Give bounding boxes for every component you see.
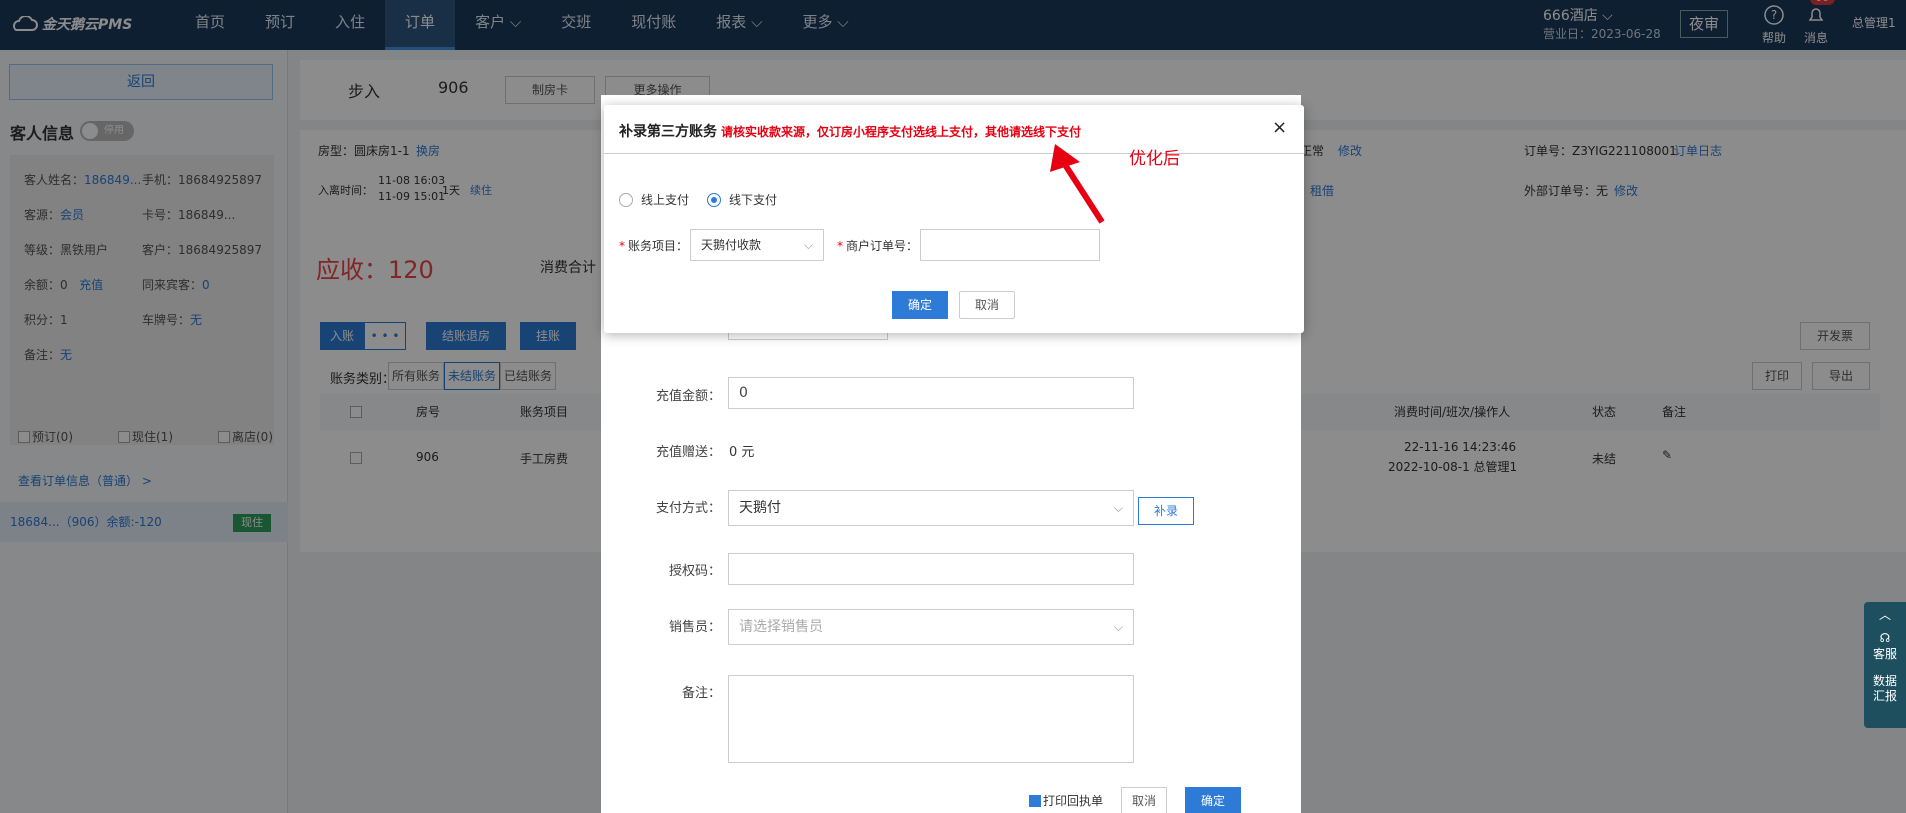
merchant-order-label: * 商户订单号： — [837, 237, 918, 254]
payment-method-label: 支付方式： — [655, 501, 721, 516]
online-payment-label: 线上支付 — [641, 193, 690, 207]
chevron-down-icon: ⌵ — [1113, 620, 1123, 634]
offline-payment-label: 线下支付 — [729, 193, 778, 207]
salesperson-label: 销售员： — [668, 620, 721, 635]
customer-service-button[interactable]: ☊ 客服 — [1864, 631, 1906, 662]
headset-icon: ☊ — [1879, 631, 1891, 645]
recharge-amount-label: 充值金额： — [655, 389, 721, 404]
modal-confirm-button[interactable]: 确定 — [892, 291, 948, 319]
payment-method-select[interactable]: 天鹅付 ⌵ — [728, 490, 1134, 526]
salesperson-select[interactable]: 请选择销售员 ⌵ — [728, 609, 1134, 645]
online-payment-radio[interactable]: 线上支付 — [619, 191, 689, 208]
print-receipt-label: 打印回执单 — [1043, 794, 1104, 808]
auth-code-input[interactable] — [728, 553, 1134, 585]
radio-icon — [619, 193, 633, 207]
dialog-cancel-button[interactable]: 取消 — [1121, 787, 1167, 813]
merchant-order-input[interactable] — [920, 229, 1100, 261]
third-party-account-modal: 补录第三方账务 请核实收款来源，仅订房小程序支付选线上支付，其他请选线下支付 × … — [604, 105, 1304, 333]
required-mark: * — [837, 239, 843, 253]
account-item-label-text: 账务项目： — [628, 239, 689, 253]
modal-title-text: 补录第三方账务 — [619, 124, 717, 140]
collapse-icon[interactable]: ︿ — [1864, 602, 1906, 623]
annotation-arrow-icon — [1050, 144, 1105, 224]
chevron-down-icon: ⌵ — [803, 238, 813, 252]
account-item-label: * 账务项目： — [619, 237, 688, 254]
bonus-label: 充值赠送： — [655, 445, 721, 460]
service-label: 客服 — [1872, 647, 1897, 661]
merchant-order-label-text: 商户订单号： — [846, 239, 919, 253]
supplement-button[interactable]: 补录 — [1138, 497, 1194, 525]
annotation-label: 优化后 — [1129, 149, 1180, 169]
recharge-amount-input[interactable]: 0 — [728, 377, 1134, 409]
checkbox — [1029, 795, 1041, 807]
modal-title: 补录第三方账务 请核实收款来源，仅订房小程序支付选线上支付，其他请选线下支付 — [619, 121, 1081, 141]
offline-payment-radio[interactable]: 线下支付 — [707, 191, 777, 208]
close-icon[interactable]: × — [1272, 117, 1287, 138]
payment-method-value: 天鹅付 — [739, 500, 781, 516]
account-item-value: 天鹅付收款 — [701, 238, 762, 252]
modal-warning: 请核实收款来源，仅订房小程序支付选线上支付，其他请选线下支付 — [721, 125, 1082, 139]
chevron-down-icon: ⌵ — [1113, 501, 1123, 515]
remark-label: 备注： — [681, 686, 721, 701]
account-item-select[interactable]: 天鹅付收款 ⌵ — [690, 229, 824, 261]
dialog-confirm-button[interactable]: 确定 — [1185, 787, 1241, 813]
data-report-button[interactable]: 数据汇报 — [1864, 674, 1906, 704]
bonus-value: 0 元 — [729, 445, 755, 460]
radio-selected-icon — [707, 193, 721, 207]
salesperson-placeholder: 请选择销售员 — [739, 619, 823, 635]
auth-code-label: 授权码： — [668, 564, 721, 579]
side-widget: ︿ ☊ 客服 数据汇报 — [1864, 602, 1906, 728]
print-receipt-checkbox[interactable]: 打印回执单 — [1029, 792, 1103, 809]
required-mark: * — [619, 239, 625, 253]
divider — [604, 153, 1304, 154]
remark-textarea[interactable] — [728, 675, 1134, 763]
modal-cancel-button[interactable]: 取消 — [959, 291, 1015, 319]
